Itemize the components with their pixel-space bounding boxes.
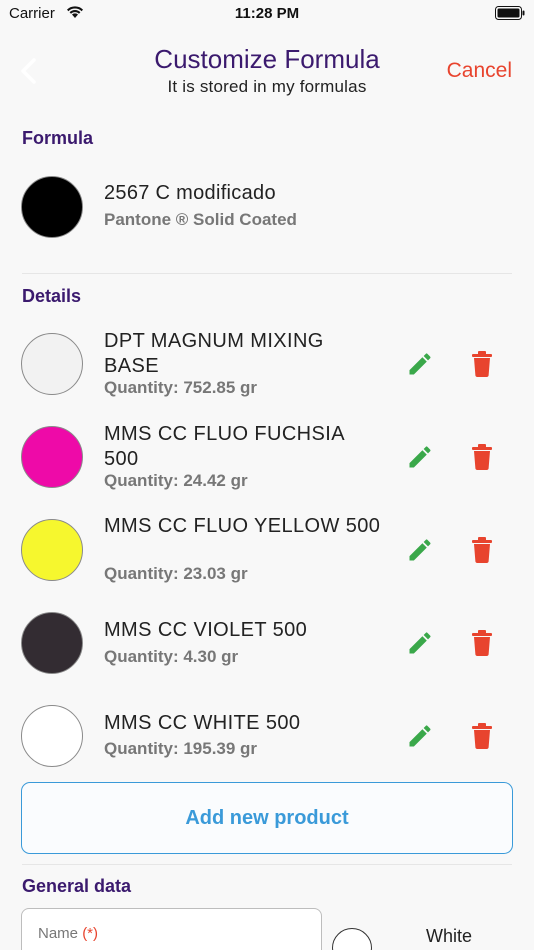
trash-icon[interactable] — [470, 722, 494, 750]
section-title-details: Details — [22, 286, 82, 306]
add-new-product-button[interactable]: Add new product — [21, 782, 513, 854]
product-color-swatch — [21, 519, 83, 581]
divider — [22, 273, 512, 274]
pencil-icon[interactable] — [406, 629, 434, 657]
pencil-icon[interactable] — [406, 722, 434, 750]
divider — [22, 864, 512, 865]
product-name: MMS CC FLUO FUCHSIA 500 — [104, 423, 344, 470]
pencil-icon[interactable] — [406, 536, 434, 564]
pencil-icon[interactable] — [406, 350, 434, 378]
clock: 11:28 PM — [234, 5, 300, 22]
status-bar: Carrier 11:28 PM — [0, 0, 534, 28]
product-color-swatch — [21, 705, 83, 767]
pencil-icon[interactable] — [406, 443, 434, 471]
name-input-label: Name (*) — [38, 925, 99, 942]
trash-icon[interactable] — [470, 350, 494, 378]
required-marker: (*) — [82, 925, 99, 942]
battery-icon — [495, 6, 525, 20]
section-title-general-data: General data — [22, 876, 132, 896]
formula-name: 2567 C modificado — [104, 182, 276, 204]
formula-color-swatch — [21, 176, 83, 238]
formula-library: Pantone ® Solid Coated — [104, 210, 297, 229]
product-name: MMS CC WHITE 500 — [104, 712, 301, 734]
product-quantity: Quantity: 23.03 gr — [104, 564, 248, 583]
white-radio[interactable] — [332, 928, 372, 950]
product-color-swatch — [21, 612, 83, 674]
trash-icon[interactable] — [470, 536, 494, 564]
product-name: MMS CC VIOLET 500 — [104, 619, 308, 641]
product-name: MMS CC FLUO YELLOW 500 — [104, 515, 381, 537]
trash-icon[interactable] — [470, 443, 494, 471]
product-color-swatch — [21, 426, 83, 488]
product-color-swatch — [21, 333, 83, 395]
white-label: White — [426, 926, 473, 946]
product-quantity: Quantity: 24.42 gr — [104, 471, 248, 490]
cancel-button[interactable]: Cancel — [447, 59, 512, 83]
product-quantity: Quantity: 752.85 gr — [104, 378, 258, 397]
product-name: DPT MAGNUM MIXING BASE — [104, 330, 324, 377]
section-title-formula: Formula — [22, 128, 94, 148]
product-quantity: Quantity: 195.39 gr — [104, 739, 258, 758]
product-quantity: Quantity: 4.30 gr — [104, 647, 239, 666]
trash-icon[interactable] — [470, 629, 494, 657]
name-input[interactable]: Name (*) — [21, 908, 322, 950]
